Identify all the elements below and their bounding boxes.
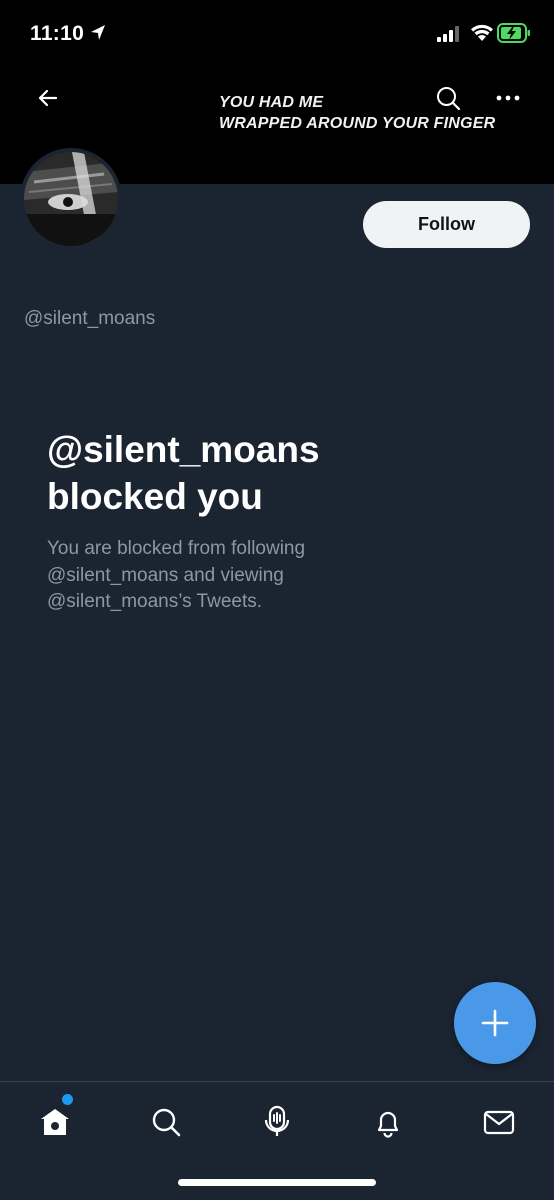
messages-icon [483,1110,515,1135]
status-time: 11:10 [30,22,85,45]
blocked-heading-line-1: @silent_moans [47,429,320,470]
banner-line-2: WRAPPED AROUND YOUR FINGER [219,115,496,132]
tab-home[interactable] [37,1104,73,1140]
search-icon [152,1108,181,1137]
avatar-image [24,152,118,246]
tab-notifications[interactable] [370,1104,406,1140]
blocked-description: You are blocked from following @silent_m… [47,538,306,612]
profile-handle: @silent_moans [24,308,156,329]
home-indicator[interactable] [178,1179,376,1186]
blocked-heading-line-2: blocked you [47,476,263,517]
compose-tweet-button[interactable] [454,982,536,1064]
location-arrow-icon [91,25,105,40]
spaces-icon [264,1105,290,1136]
tab-search[interactable] [148,1104,184,1140]
follow-button[interactable]: Follow [363,201,530,248]
more-options-icon[interactable] [494,86,522,110]
avatar[interactable] [20,148,122,250]
wifi-icon [471,24,493,41]
profile-screen: 11:10 YOU HAD ME WRAPPED AROUND YOUR FIN… [0,0,554,1200]
banner-line-1: YOU HAD ME [219,94,324,111]
search-icon[interactable] [434,84,462,112]
tab-spaces[interactable] [259,1104,295,1140]
banner-caption: YOU HAD ME WRAPPED AROUND YOUR FINGER [219,92,529,134]
back-arrow-icon[interactable] [34,84,62,112]
plus-icon [481,1009,509,1037]
battery-charging-icon [497,23,530,43]
blocked-heading: @silent_moans blocked you [47,426,517,520]
notifications-icon [377,1111,399,1138]
home-unread-dot [62,1094,73,1105]
tab-messages[interactable] [481,1104,517,1140]
cellular-signal-icon [437,26,459,42]
home-icon [41,1109,69,1135]
